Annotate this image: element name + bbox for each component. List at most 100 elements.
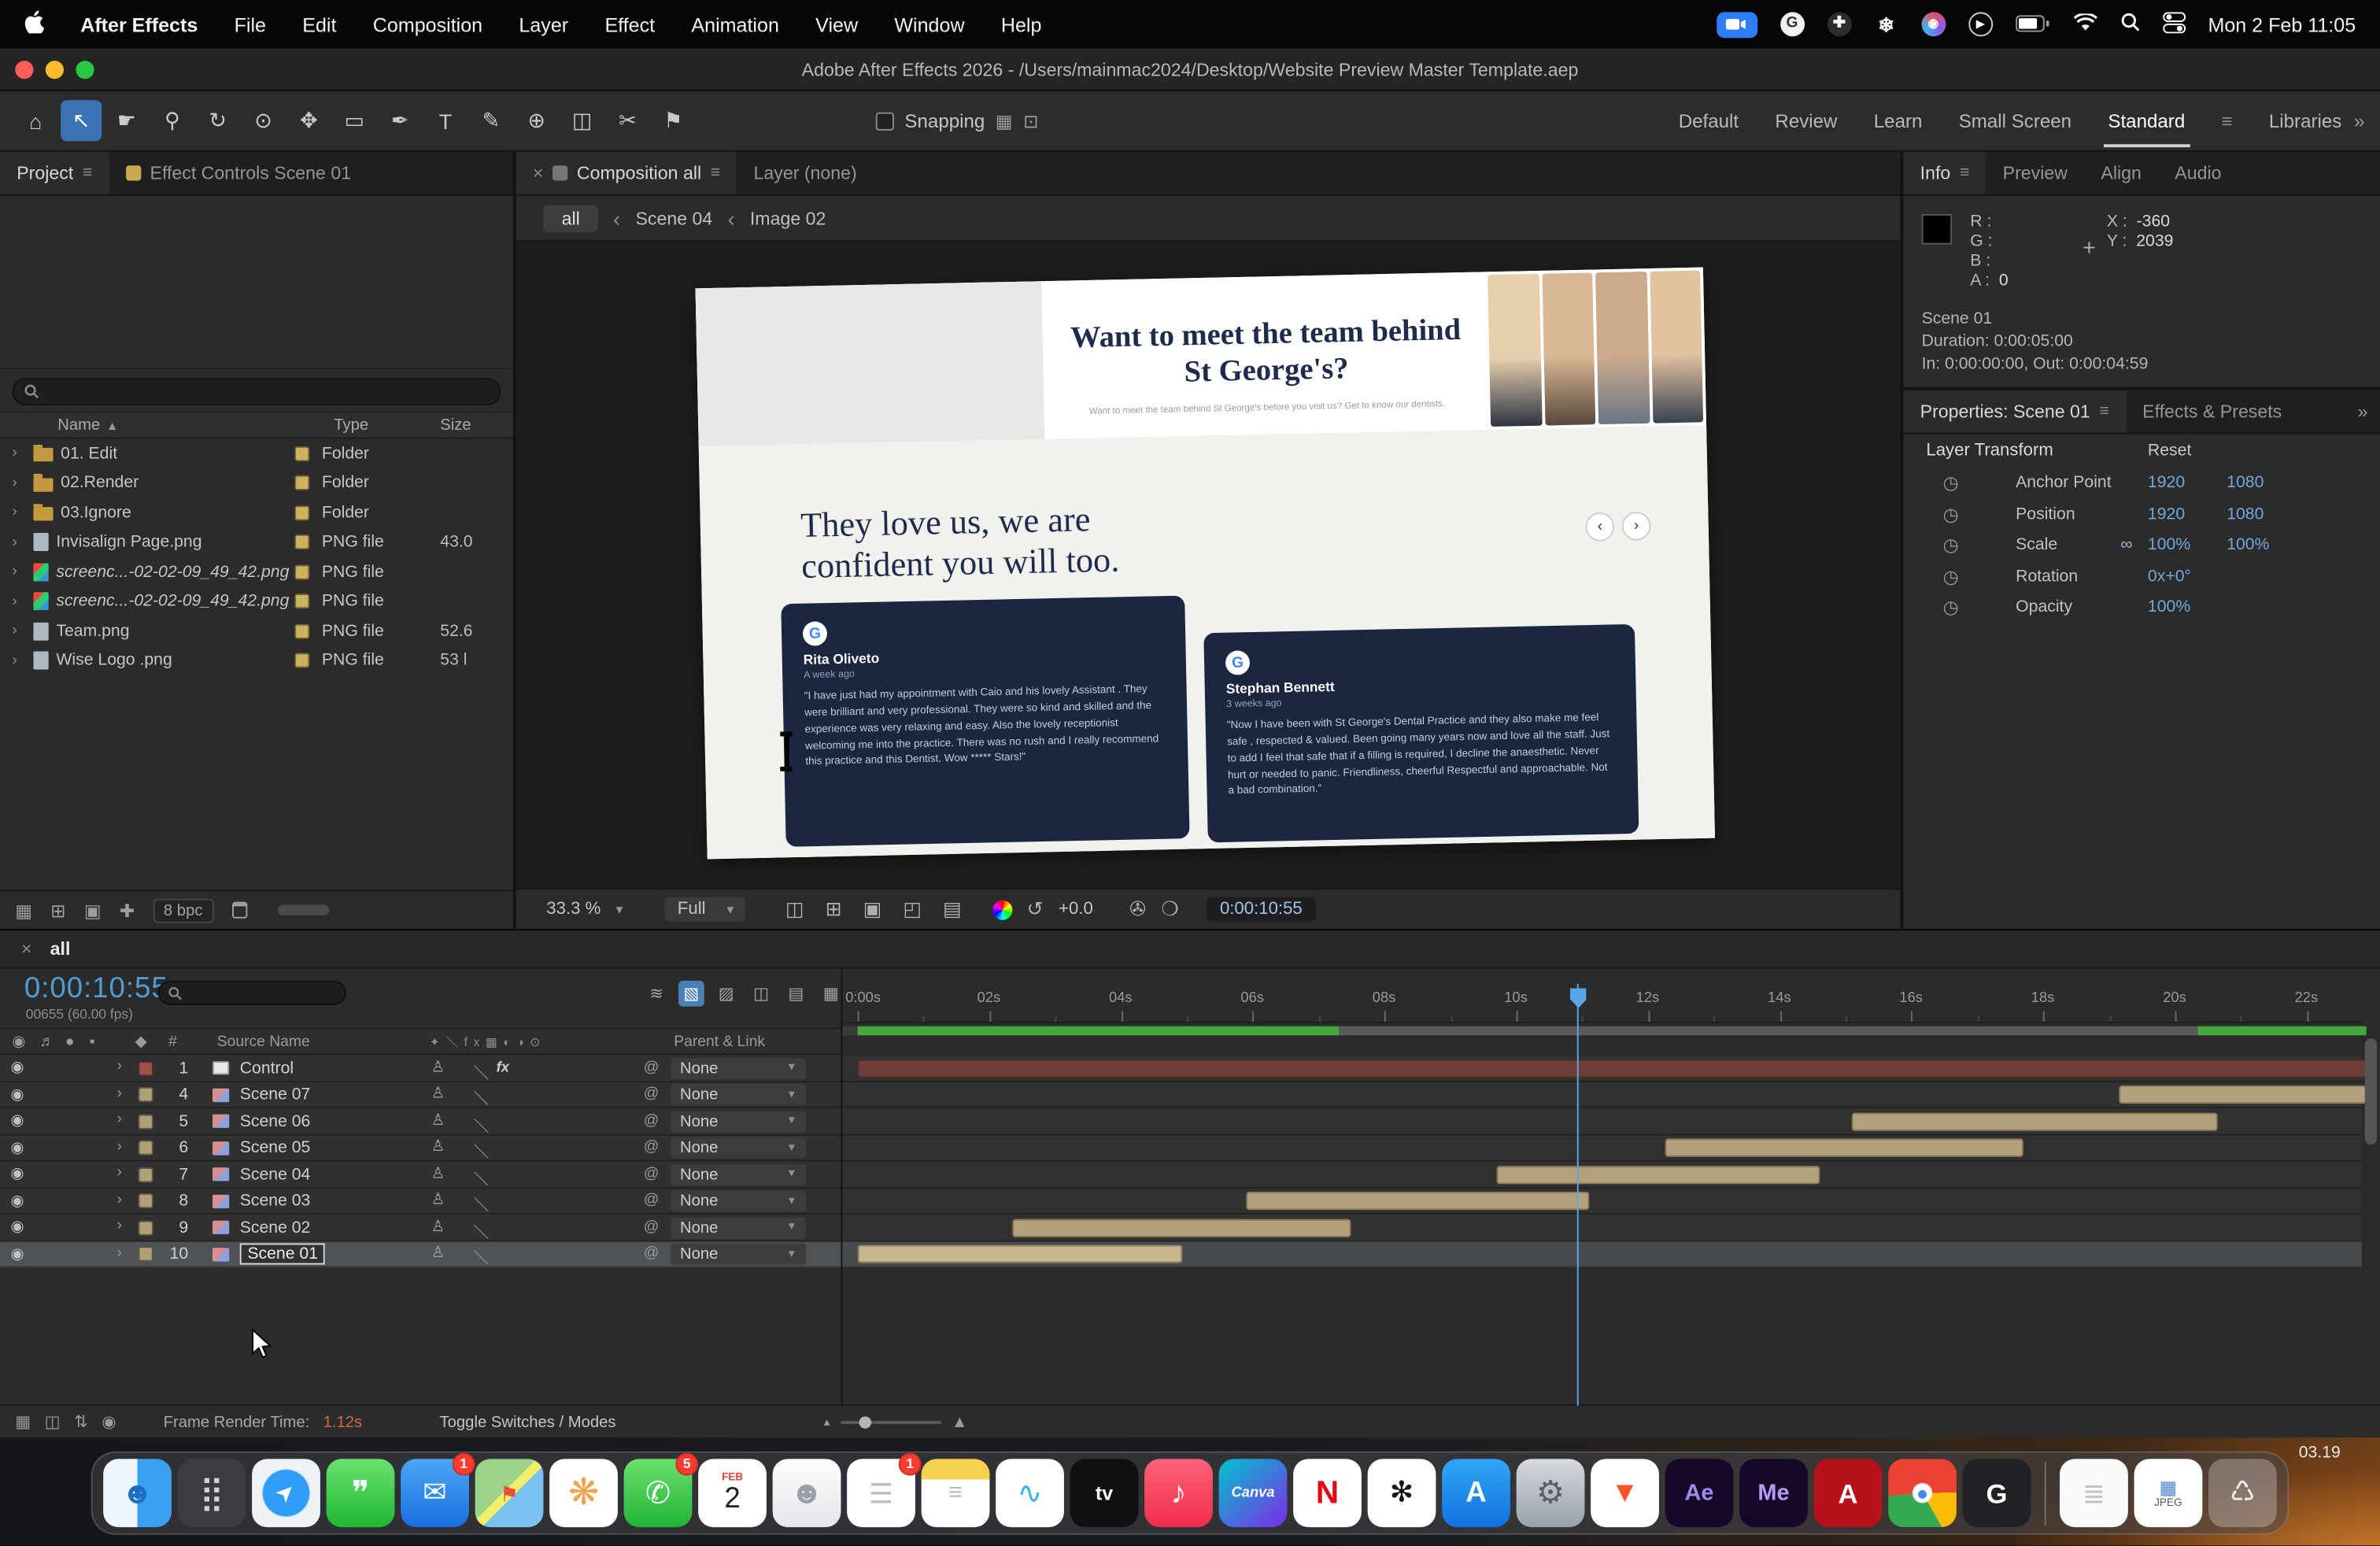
dock-chatgpt-icon[interactable]: ✻ xyxy=(1368,1459,1436,1527)
workspace-default[interactable]: Default xyxy=(1679,110,1739,131)
tab-composition[interactable]: × Composition all ≡ xyxy=(516,152,737,194)
spotlight-search-icon[interactable] xyxy=(2120,12,2140,36)
layer-duration-bar[interactable] xyxy=(1497,1165,1820,1183)
project-search[interactable] xyxy=(12,378,501,405)
project-item-row[interactable]: ›03.IgnoreFolder xyxy=(0,498,513,528)
stopwatch-icon[interactable]: ◷ xyxy=(1943,534,1959,556)
layer-name[interactable]: Scene 06 xyxy=(240,1112,311,1130)
project-item-row[interactable]: ›Wise Logo .pngPNG file53 l xyxy=(0,646,513,676)
tab-properties[interactable]: Properties: Scene 01 ≡ xyxy=(1903,390,2126,433)
layer-label-chip[interactable] xyxy=(138,1167,153,1182)
project-settings-icon[interactable]: ▦ xyxy=(15,900,32,921)
brush-tool-icon[interactable]: ✎ xyxy=(471,100,512,141)
quality-switch-icon[interactable]: ＼ xyxy=(474,1112,489,1135)
link-icon[interactable]: ∞ xyxy=(2120,536,2132,554)
fx-badge[interactable]: fx xyxy=(497,1059,509,1075)
new-composition-icon[interactable]: ▣ xyxy=(84,900,102,921)
expand-chevron-icon[interactable]: › xyxy=(12,564,25,580)
pickwhip-icon[interactable]: @ xyxy=(644,1086,660,1102)
play-circle-icon[interactable]: ▶ xyxy=(1968,12,1993,36)
menu-edit[interactable]: Edit xyxy=(302,13,336,35)
layer-row[interactable]: ◉›10Scene 01♙＼@None▼ xyxy=(0,1241,841,1268)
composition-mini-flowchart-icon[interactable]: ≋ xyxy=(644,981,670,1007)
timeline-ruler[interactable]: 0:00s02s04s06s08s10s12s14s16s18s20s22s xyxy=(842,984,2361,1023)
layer-name[interactable]: Scene 07 xyxy=(240,1086,311,1104)
shy-switch-icon[interactable]: ♙ xyxy=(431,1059,445,1075)
pickwhip-icon[interactable]: @ xyxy=(644,1245,660,1261)
roto-brush-tool-icon[interactable]: ✂ xyxy=(607,100,648,141)
carousel-prev-button[interactable]: ‹ xyxy=(1585,512,1614,542)
dock-launchpad-icon[interactable]: ⣿ xyxy=(178,1459,246,1527)
dock-messages-icon[interactable]: ❞ xyxy=(327,1459,395,1527)
dock-photos-icon[interactable]: ❋ xyxy=(549,1459,618,1527)
project-item-row[interactable]: ›screenc...-02-02-09_49_42.pngPNG file xyxy=(0,586,513,616)
shy-switch-icon[interactable]: ♙ xyxy=(431,1165,445,1182)
layer-name[interactable]: Control xyxy=(240,1059,294,1077)
breadcrumb-scene[interactable]: Scene 04 xyxy=(635,207,712,228)
label-color-chip[interactable] xyxy=(294,446,309,461)
transparency-grid-icon[interactable]: ⊞ xyxy=(826,897,842,922)
parent-link-dropdown[interactable]: None▼ xyxy=(671,1058,806,1079)
wifi-icon[interactable] xyxy=(2073,13,2097,35)
close-tab-icon[interactable]: × xyxy=(21,938,32,960)
project-item-row[interactable]: ›02.RenderFolder xyxy=(0,468,513,498)
menu-window[interactable]: Window xyxy=(894,13,964,35)
tab-info[interactable]: Info ≡ xyxy=(1903,152,1986,194)
home-tool-icon[interactable]: ⌂ xyxy=(15,100,56,141)
trash-icon[interactable] xyxy=(231,902,246,919)
label-color-chip[interactable] xyxy=(294,623,309,638)
type-tool-icon[interactable]: T xyxy=(425,100,466,141)
expand-chevron-icon[interactable]: › xyxy=(12,505,25,521)
carousel-next-button[interactable]: › xyxy=(1621,512,1650,541)
property-value[interactable]: 100% xyxy=(2148,536,2190,554)
property-value[interactable]: 100% xyxy=(2227,536,2269,554)
column-name[interactable]: Name▲ xyxy=(0,416,294,434)
pickwhip-icon[interactable]: @ xyxy=(644,1138,660,1155)
parent-link-dropdown[interactable]: None▼ xyxy=(671,1084,806,1105)
expand-chevron-icon[interactable]: › xyxy=(12,653,25,669)
layer-track-row[interactable] xyxy=(842,1161,2361,1188)
panel-overflow-icon[interactable]: » xyxy=(2345,390,2380,433)
live-update-icon[interactable]: ▧ xyxy=(678,981,704,1007)
resolution-dropdown[interactable]: Full ▾ xyxy=(665,897,745,922)
layer-duration-bar[interactable] xyxy=(1012,1219,1351,1237)
tab-project[interactable]: Project ≡ xyxy=(0,152,109,194)
property-value[interactable]: 1080 xyxy=(2227,505,2264,523)
puppet-pin-tool-icon[interactable]: ⚑ xyxy=(652,100,693,141)
magnification-dropdown-icon[interactable]: ▾ xyxy=(616,901,623,918)
expand-chevron-icon[interactable]: › xyxy=(12,534,25,550)
reset-button[interactable]: Reset xyxy=(2148,442,2191,460)
visibility-toggle-icon[interactable]: ◉ xyxy=(10,1086,24,1103)
timeline-search[interactable] xyxy=(158,981,346,1005)
pickwhip-icon[interactable]: @ xyxy=(644,1059,660,1075)
breadcrumb-image[interactable]: Image 02 xyxy=(750,207,826,228)
control-center-icon[interactable] xyxy=(2163,11,2186,37)
pan-camera-tool-icon[interactable]: ⊙ xyxy=(243,100,284,141)
dock-notes-icon[interactable]: ≡ xyxy=(922,1459,990,1527)
zoom-slider-knob[interactable] xyxy=(859,1415,870,1427)
timeline-tab-label[interactable]: all xyxy=(50,938,71,960)
frame-blending-icon[interactable]: ◫ xyxy=(748,981,774,1007)
property-value[interactable]: 1920 xyxy=(2148,505,2185,523)
expand-chevron-icon[interactable]: › xyxy=(117,1085,122,1101)
layer-name[interactable]: Scene 01 xyxy=(240,1243,326,1264)
current-timecode[interactable]: 0:00:10:55 xyxy=(24,973,168,1006)
layer-name[interactable]: Scene 05 xyxy=(240,1138,311,1156)
label-color-chip[interactable] xyxy=(294,475,309,490)
layer-track-row[interactable] xyxy=(842,1215,2361,1241)
workspace-standard[interactable]: Standard xyxy=(2108,110,2185,131)
dock-settings-icon[interactable]: ⚙ xyxy=(1517,1459,1585,1527)
vertical-scrollbar[interactable] xyxy=(2365,1038,2377,1145)
visibility-toggle-icon[interactable]: ◉ xyxy=(10,1193,24,1209)
snap-beyond-icon[interactable]: ⊡ xyxy=(1023,110,1038,131)
dock-canva-icon[interactable]: Canva xyxy=(1219,1459,1288,1527)
layer-label-chip[interactable] xyxy=(138,1140,153,1155)
panel-menu-icon[interactable]: ≡ xyxy=(1960,164,1969,182)
workspace-overflow-icon[interactable]: » xyxy=(2354,109,2365,132)
shy-switch-icon[interactable]: ♙ xyxy=(431,1138,445,1155)
dock-reminders-icon[interactable]: ☰1 xyxy=(847,1459,915,1527)
parent-link-dropdown[interactable]: None▼ xyxy=(671,1217,806,1238)
visibility-toggle-icon[interactable]: ◉ xyxy=(10,1113,24,1130)
playhead[interactable] xyxy=(1577,984,1580,1406)
dock-chrome-icon[interactable]: ● xyxy=(1888,1459,1957,1527)
